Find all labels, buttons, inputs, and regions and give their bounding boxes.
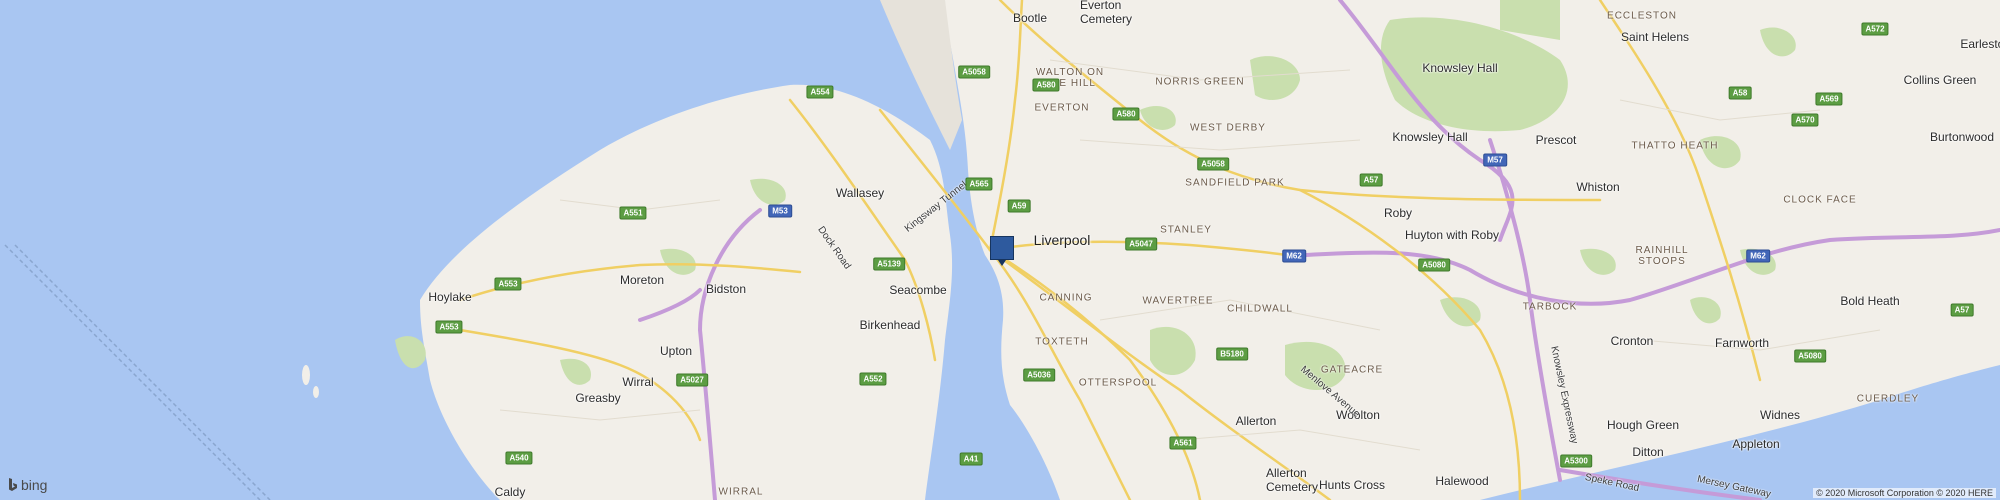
road-shield: A58 [1728,86,1752,100]
place-label: Hoylake [428,290,472,304]
road-shield: A572 [1861,22,1889,36]
place-label: Widnes [1759,408,1801,422]
road-shield: A580 [1032,78,1060,92]
copyright-notice: © 2020 Microsoft Corporation © 2020 HERE [1813,488,1996,498]
road-shield: M53 [768,204,792,218]
place-label: Caldy [494,485,526,499]
road-shield: A41 [959,452,983,466]
place-label: STANLEY [1160,224,1212,236]
road-shield: A540 [505,451,533,465]
road-shield: A570 [1791,113,1819,127]
road-shield: A5047 [1125,237,1157,251]
road-shield: A5058 [958,65,990,79]
bing-logo[interactable]: bing [8,477,47,493]
place-label: Appleton [1732,437,1780,451]
place-label: Prescot [1535,133,1577,147]
place-label: Ditton [1632,445,1664,459]
road-shield: A580 [1112,107,1140,121]
place-label: CANNING [1039,292,1093,304]
place-label: Hunts Cross [1318,478,1386,492]
place-label: TARBOCK [1522,301,1578,313]
road-shield: A5027 [676,373,708,387]
place-label: Halewood [1435,474,1489,488]
road-shield: A553 [494,277,522,291]
place-label: Allerton [1235,414,1277,428]
place-label: Wallasey [835,186,885,200]
place-label: WIRRAL [718,486,764,498]
road-shield: A5080 [1418,258,1450,272]
place-label: Birkenhead [859,318,921,332]
place-label: SANDFIELD PARK [1185,177,1285,189]
road-shield: A57 [1359,173,1383,187]
road-shield: M62 [1746,249,1770,263]
place-label: Bootle [1012,11,1048,25]
place-label: WEST DERBY [1190,122,1266,134]
location-pushpin[interactable] [990,236,1014,266]
road-shield: A553 [435,320,463,334]
place-label: WAVERTREE [1142,295,1214,307]
place-label: Upton [659,344,693,358]
place-label: ECCLESTON [1607,10,1677,22]
road-shield: A5058 [1197,157,1229,171]
road-shield: A551 [619,206,647,220]
place-label: CLOCK FACE [1783,194,1857,206]
place-label: Allerton Cemetery [1265,466,1319,494]
road-shield: A561 [1169,436,1197,450]
place-label: Bold Heath [1840,294,1900,308]
place-label: NORRIS GREEN [1155,76,1245,88]
road-shield: A565 [965,177,993,191]
road-shield: A5300 [1560,454,1592,468]
road-shield: A569 [1815,92,1843,106]
place-label: Hough Green [1606,418,1680,432]
place-label: Knowsley Hall [1392,130,1468,144]
place-label: Earlestown [1960,37,2000,51]
place-label: Moreton [619,273,665,287]
place-label: Farnworth [1714,336,1770,350]
road-shield: A554 [806,85,834,99]
place-label: Greasby [575,391,621,405]
place-label: OTTERSPOOL [1078,377,1158,389]
place-label: TOXTETH [1035,336,1089,348]
road-shield: B5180 [1216,347,1248,361]
place-label: Huyton with Roby [1404,228,1500,242]
place-label: THATTO HEATH [1631,140,1719,152]
place-label: Knowsley Hall [1422,61,1498,75]
road-shield: A5139 [873,257,905,271]
place-label: Burtonwood [1929,130,1995,144]
place-label: Roby [1383,206,1413,220]
road-shield: M62 [1282,249,1306,263]
place-label: Liverpool [1033,232,1091,248]
place-label: Saint Helens [1620,30,1690,44]
place-label: Collins Green [1903,73,1977,87]
road-shield: A59 [1007,199,1031,213]
place-label: RAINHILL STOOPS [1635,245,1689,267]
place-label: Wirral [622,375,654,389]
place-label: Everton Cemetery [1079,0,1133,26]
map-view[interactable]: Bootle Everton Cemetery ECCLESTON Saint Hele… [0,0,2000,500]
place-label: Cronton [1610,334,1654,348]
place-label: Bidston [705,282,747,296]
logo-text: bing [21,477,48,493]
place-label: EVERTON [1034,102,1090,114]
road-shield: M57 [1483,153,1507,167]
road-shield: A57 [1950,303,1974,317]
place-label: CHILDWALL [1227,303,1293,315]
place-label: Whiston [1576,180,1620,194]
place-label: Seacombe [889,283,947,297]
road-shield: A5036 [1023,368,1055,382]
place-label: CUERDLEY [1856,393,1920,405]
place-label: GATEACRE [1320,364,1384,376]
road-shield: A552 [859,372,887,386]
road-shield: A5080 [1794,349,1826,363]
bing-logo-icon [9,478,17,491]
